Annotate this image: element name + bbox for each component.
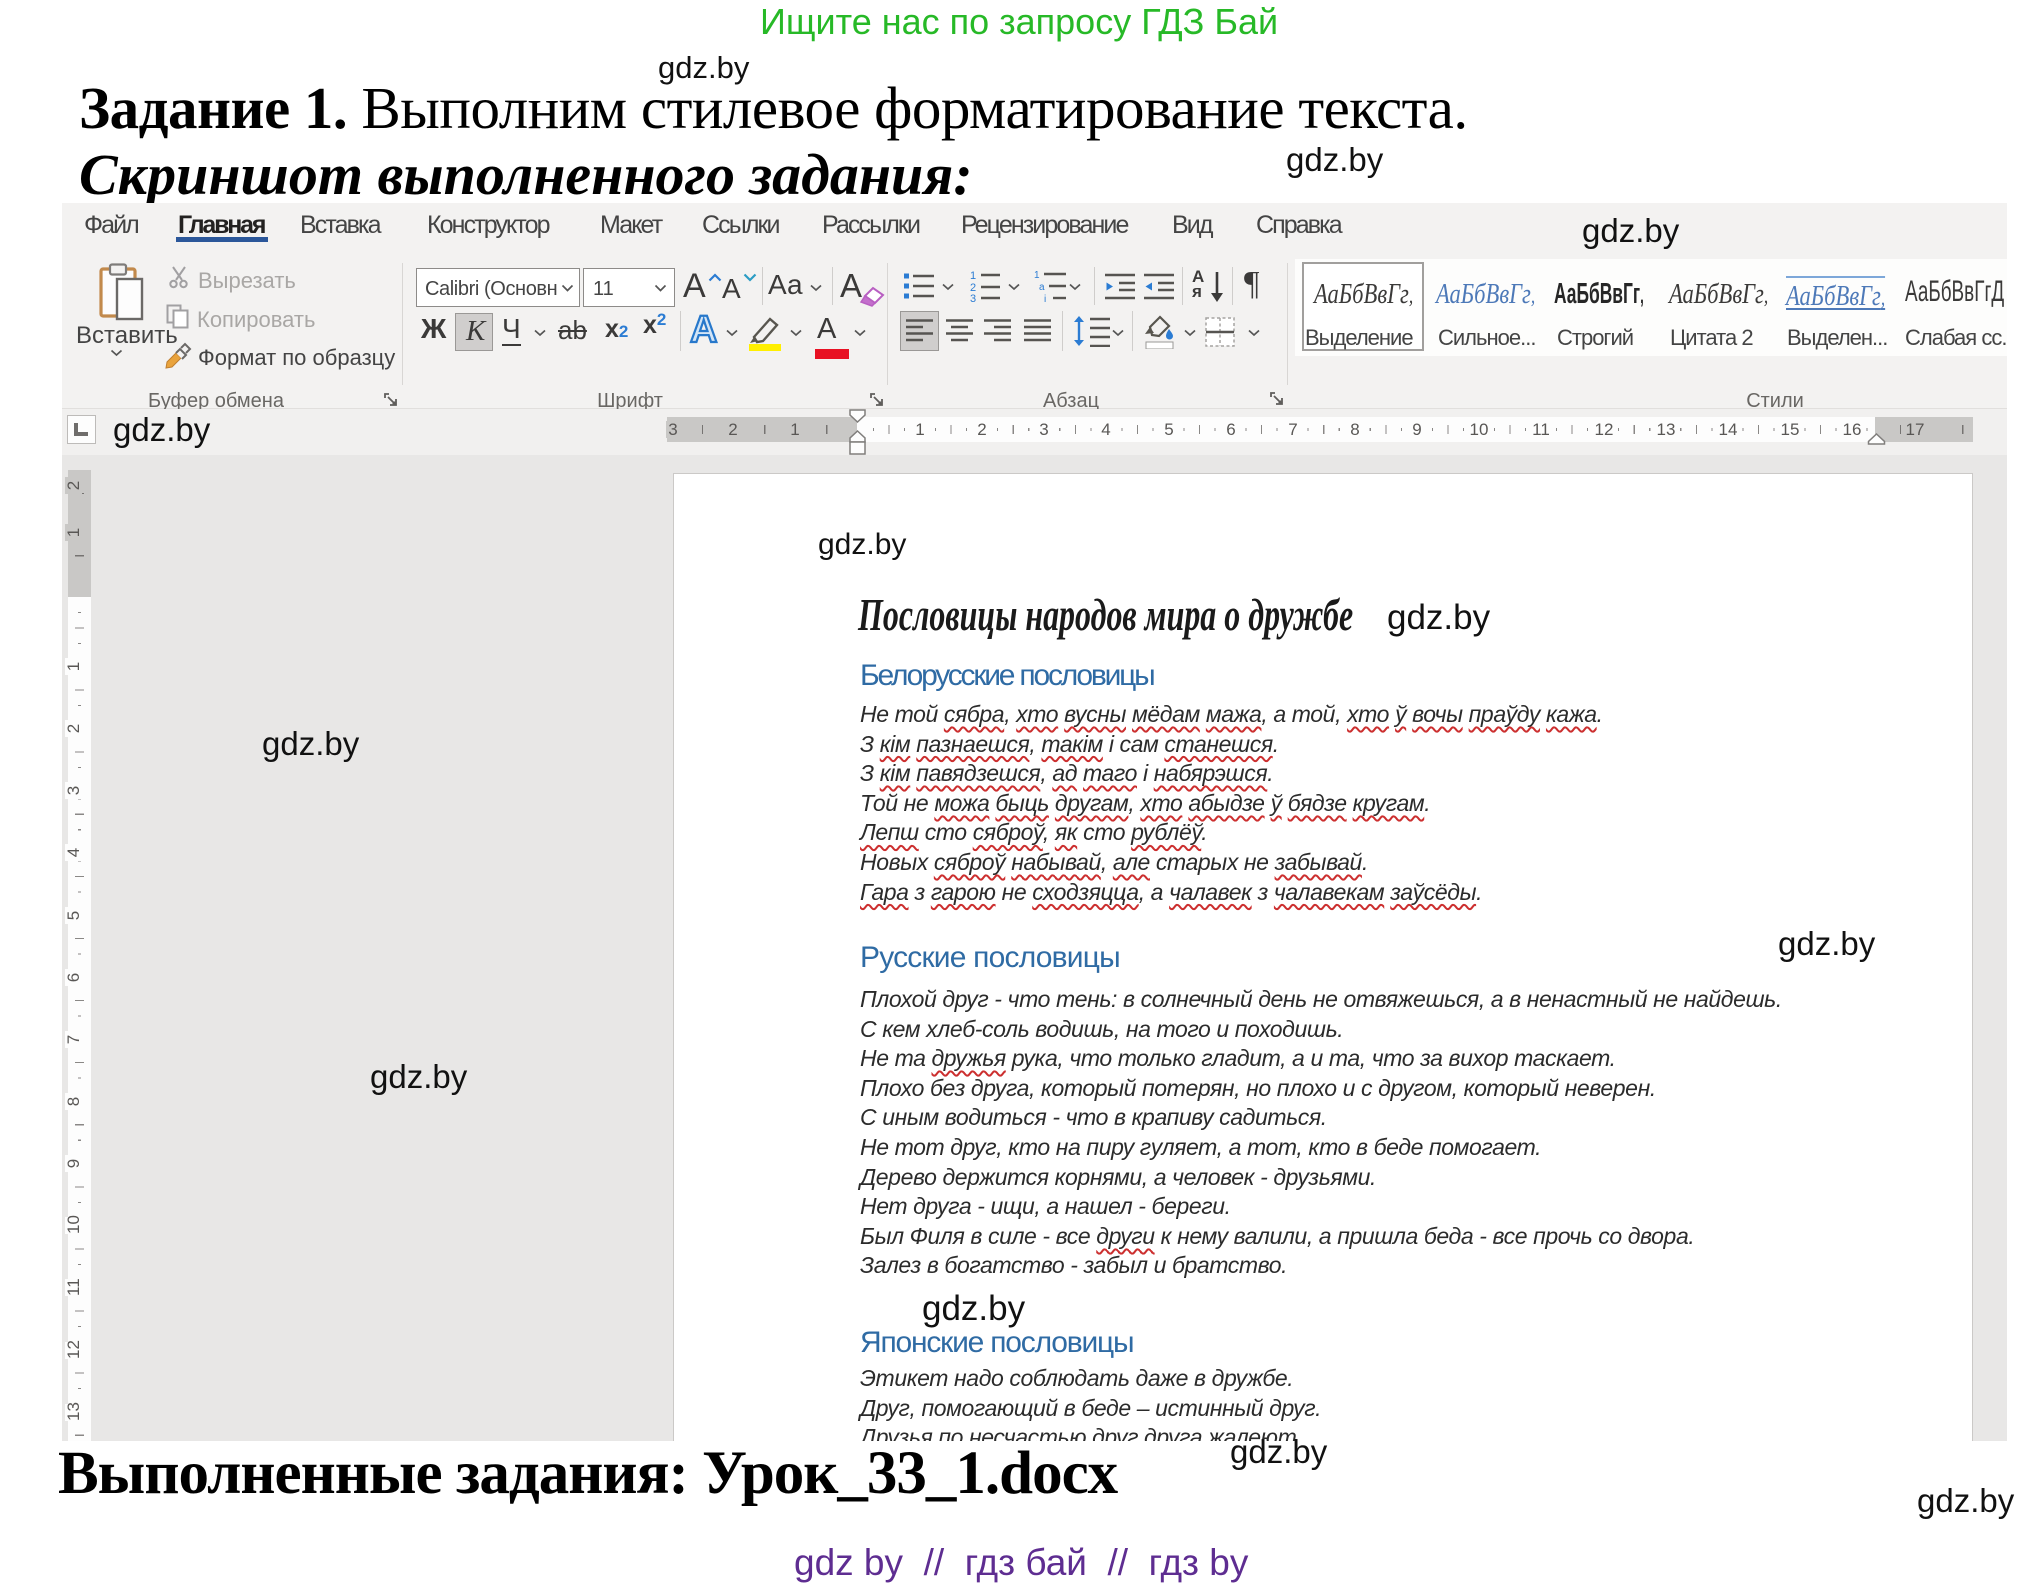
- svg-text:1: 1: [1034, 270, 1040, 281]
- svg-text:a: a: [1039, 282, 1045, 293]
- svg-text:3: 3: [970, 293, 976, 303]
- svg-text:1: 1: [970, 270, 976, 282]
- svg-text:i: i: [1044, 294, 1046, 303]
